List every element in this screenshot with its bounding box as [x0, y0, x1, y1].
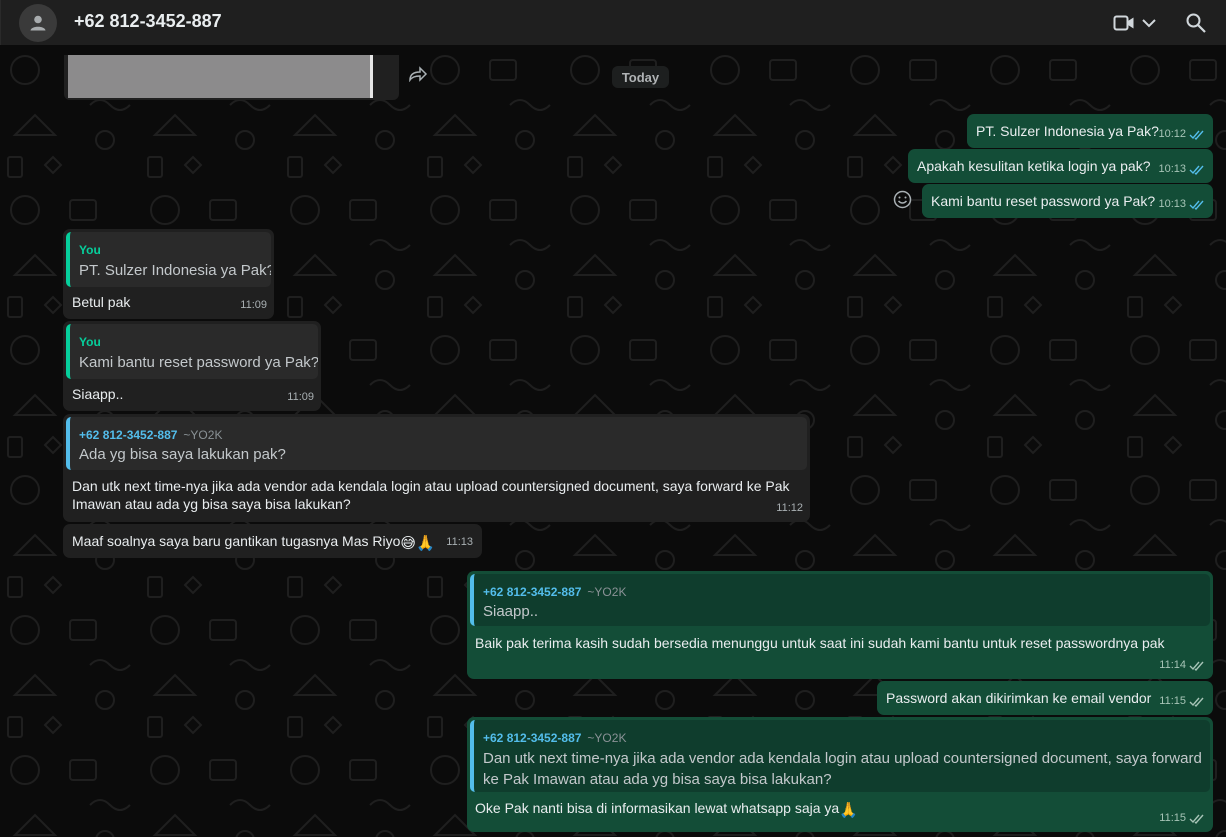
message-meta: 10:13: [1158, 195, 1206, 214]
read-receipt-icon: [1189, 130, 1204, 140]
quoted-author-pushname: ~YO2K: [587, 585, 627, 599]
incoming-message[interactable]: You PT. Sulzer Indonesia ya Pak? Betul p…: [63, 229, 274, 319]
outgoing-message[interactable]: Kami bantu reset password ya Pak? 10:13: [922, 184, 1213, 218]
read-receipt-icon: [1189, 165, 1204, 175]
message-meta: 11:09: [287, 388, 314, 407]
contact-name[interactable]: +62 812-3452-887: [74, 11, 222, 32]
chevron-down-icon: [1142, 19, 1156, 28]
message-text: Maaf soalnya saya baru gantikan tugasnya…: [72, 532, 435, 551]
quoted-author: You: [79, 243, 101, 257]
outgoing-message[interactable]: +62 812-3452-887 ~YO2K Dan utk next time-…: [467, 717, 1213, 832]
image-message-preview[interactable]: [64, 55, 399, 100]
date-divider: Today: [612, 66, 669, 88]
message-text: Baik pak terima kasih sudah bersedia men…: [475, 635, 1165, 651]
message-meta: 10:13: [1158, 160, 1206, 179]
message-meta: 10:12: [1158, 125, 1206, 144]
contact-avatar[interactable]: [19, 4, 57, 42]
quoted-message[interactable]: +62 812-3452-887 ~YO2K Siaapp..: [470, 574, 1210, 626]
quoted-author-number: +62 812-3452-887: [483, 731, 582, 745]
quoted-author: +62 812-3452-887 ~YO2K: [483, 729, 626, 748]
message-body: Maaf soalnya saya baru gantikan tugasnya…: [72, 533, 401, 549]
message-text: Siaapp..: [72, 386, 124, 402]
search-icon: [1186, 13, 1206, 33]
quoted-author-pushname: ~YO2K: [587, 731, 627, 745]
message-meta: 11:15: [1159, 809, 1206, 828]
person-avatar-icon: [30, 15, 46, 31]
quoted-text: Ada yg bisa saya lakukan pak?: [79, 446, 286, 463]
message-time: 11:15: [1159, 812, 1186, 824]
forward-button[interactable]: [408, 66, 428, 83]
message-text: Apakah kesulitan ketika login ya pak?: [917, 158, 1151, 174]
incoming-message[interactable]: +62 812-3452-887 ~YO2K Ada yg bisa saya l…: [63, 414, 810, 522]
chat-header: +62 812-3452-887: [0, 0, 1226, 45]
quoted-author: You: [79, 335, 101, 349]
quoted-text: PT. Sulzer Indonesia ya Pak?: [79, 262, 271, 279]
forward-icon: [409, 66, 428, 83]
conversation-panel[interactable]: Today PT. Sulzer Indonesia ya Pak? 10:12…: [0, 45, 1226, 837]
outgoing-message[interactable]: PT. Sulzer Indonesia ya Pak? 10:12: [967, 114, 1213, 148]
message-meta: 11:09: [240, 296, 267, 315]
message-time: 11:09: [240, 299, 267, 311]
quoted-author: +62 812-3452-887 ~YO2K: [79, 426, 222, 445]
message-time: 11:12: [776, 502, 803, 514]
quoted-author-pushname: ~YO2K: [183, 428, 223, 442]
message-meta: 11:12: [776, 499, 803, 518]
message-text: Password akan dikirimkan ke email vendor: [886, 690, 1152, 706]
delivered-tick-icon: [1189, 697, 1204, 707]
video-call-icon: [1113, 15, 1134, 31]
message-time: 10:12: [1158, 128, 1186, 140]
image-thumbnail[interactable]: [68, 55, 370, 98]
message-meta: 11:13: [446, 533, 473, 552]
message-meta: 11:14: [1159, 656, 1206, 675]
outgoing-message[interactable]: Password akan dikirimkan ke email vendor…: [877, 681, 1213, 715]
emoji-reaction-button[interactable]: [893, 190, 912, 209]
quoted-text: Kami bantu reset password ya Pak?: [79, 354, 318, 371]
quoted-message[interactable]: +62 812-3452-887 ~YO2K Ada yg bisa saya l…: [66, 417, 807, 470]
message-body: Oke Pak nanti bisa di informasikan lewat…: [475, 800, 840, 816]
message-time: 11:15: [1159, 695, 1186, 707]
outgoing-message[interactable]: +62 812-3452-887 ~YO2K Siaapp.. Baik pak …: [467, 571, 1213, 679]
quoted-message[interactable]: +62 812-3452-887 ~YO2K Dan utk next time-…: [470, 720, 1210, 792]
message-meta: 11:15: [1159, 692, 1206, 711]
message-text: Kami bantu reset password ya Pak?: [931, 193, 1156, 209]
image-divider: [370, 55, 373, 98]
message-time: 11:14: [1159, 659, 1186, 671]
outgoing-message[interactable]: Apakah kesulitan ketika login ya pak? 10…: [908, 149, 1213, 183]
message-time: 10:13: [1158, 163, 1186, 175]
quoted-author-number: +62 812-3452-887: [79, 428, 178, 442]
quoted-message[interactable]: You PT. Sulzer Indonesia ya Pak?: [66, 232, 271, 287]
delivered-tick-icon: [1189, 661, 1204, 671]
smiley-icon: [893, 190, 912, 209]
quoted-author-number: +62 812-3452-887: [483, 585, 582, 599]
search-button[interactable]: [1185, 12, 1207, 34]
message-text: PT. Sulzer Indonesia ya Pak?: [976, 123, 1159, 139]
pray-emoji: 🙏: [839, 801, 858, 819]
message-time: 11:09: [287, 391, 314, 403]
video-call-button[interactable]: [1113, 12, 1161, 34]
read-receipt-icon: [1189, 200, 1204, 210]
quoted-author: +62 812-3452-887 ~YO2K: [483, 583, 626, 602]
quoted-text: Dan utk next time-nya jika ada vendor ad…: [483, 750, 1202, 788]
delivered-tick-icon: [1189, 814, 1204, 824]
quoted-message[interactable]: You Kami bantu reset password ya Pak?: [66, 324, 318, 379]
message-text: Betul pak: [72, 294, 131, 310]
message-text: Oke Pak nanti bisa di informasikan lewat…: [475, 799, 858, 818]
incoming-message[interactable]: You Kami bantu reset password ya Pak? Si…: [63, 321, 321, 411]
sweat-smile-pray-emoji: 😅🙏: [400, 534, 435, 552]
message-text: Dan utk next time-nya jika ada vendor ad…: [72, 478, 790, 512]
message-time: 10:13: [1158, 198, 1186, 210]
message-time: 11:13: [446, 536, 473, 548]
incoming-message[interactable]: Maaf soalnya saya baru gantikan tugasnya…: [63, 524, 482, 558]
quoted-text: Siaapp..: [483, 603, 539, 620]
